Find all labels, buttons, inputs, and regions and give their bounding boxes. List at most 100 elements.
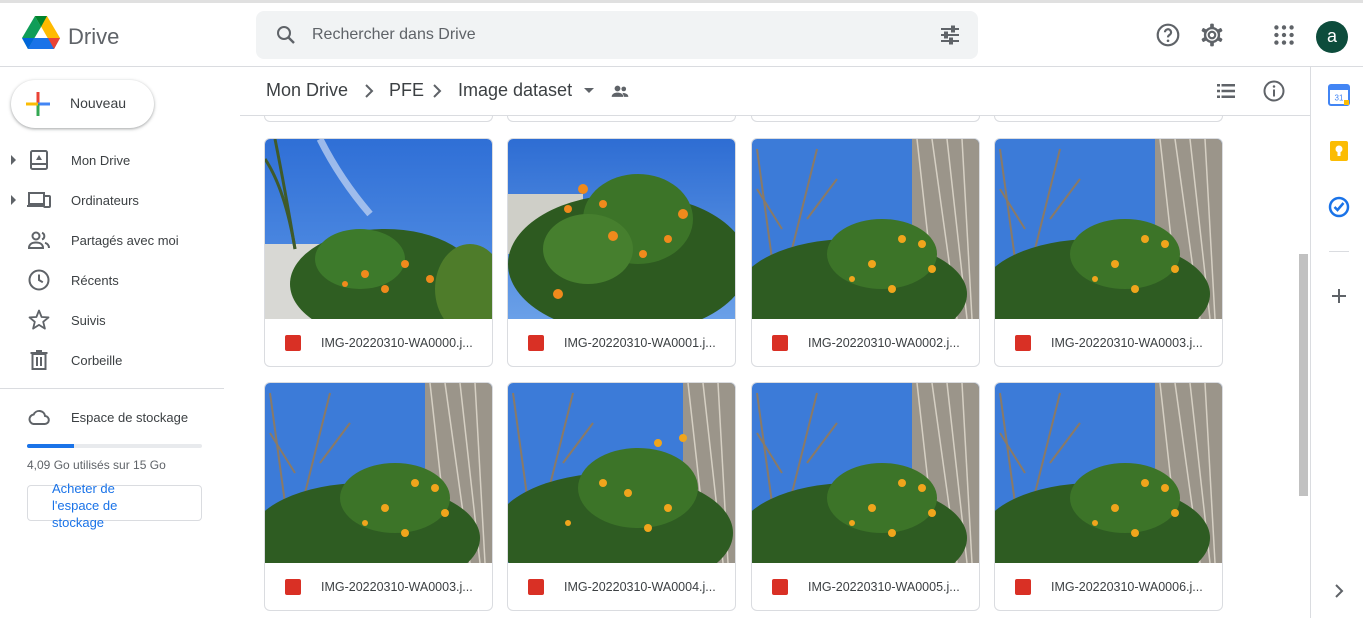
expand-caret-icon[interactable] (11, 195, 16, 205)
sidebar-item-starred[interactable]: Suivis (0, 304, 224, 336)
image-file-icon (772, 335, 788, 351)
file-card-footer: IMG-20220310-WA0003.j... (265, 563, 492, 610)
image-thumbnail (265, 139, 492, 319)
file-card-partial[interactable] (994, 116, 1223, 122)
plus-icon (26, 92, 50, 116)
file-card[interactable]: IMG-20220310-WA0000.j... (264, 138, 493, 367)
help-icon[interactable] (1155, 22, 1181, 48)
image-file-icon (1015, 579, 1031, 595)
keep-icon[interactable] (1328, 140, 1350, 162)
image-file-icon (285, 579, 301, 595)
sidebar-item-label: Ordinateurs (71, 193, 139, 208)
buy-storage-label: Acheter de l'espace de stockage (52, 481, 118, 530)
image-file-icon (1015, 335, 1031, 351)
file-name: IMG-20220310-WA0003.j... (1051, 336, 1203, 350)
file-card-partial[interactable] (751, 116, 980, 122)
gear-icon[interactable] (1199, 22, 1225, 48)
breadcrumb-item[interactable]: PFE (389, 80, 424, 101)
sidebar-item-label: Corbeille (71, 353, 123, 368)
file-name: IMG-20220310-WA0004.j... (564, 580, 716, 594)
sidebar-item-label: Partagés avec moi (71, 233, 179, 248)
apps-grid-icon[interactable] (1271, 22, 1297, 48)
storage-usage-fill (27, 444, 75, 448)
breadcrumb-item[interactable]: Mon Drive (266, 80, 348, 101)
storage-usage-bar (27, 444, 202, 448)
expand-caret-icon[interactable] (11, 155, 16, 165)
file-card[interactable]: IMG-20220310-WA0004.j... (507, 382, 736, 611)
image-thumbnail (508, 139, 735, 319)
file-card-footer: IMG-20220310-WA0003.j... (995, 319, 1222, 366)
new-button[interactable]: Nouveau (11, 80, 154, 128)
info-icon[interactable] (1262, 79, 1286, 103)
file-name: IMG-20220310-WA0001.j... (564, 336, 716, 350)
file-card-footer: IMG-20220310-WA0001.j... (508, 319, 735, 366)
file-card-footer: IMG-20220310-WA0000.j... (265, 319, 492, 366)
file-name: IMG-20220310-WA0006.j... (1051, 580, 1203, 594)
sidebar-divider (0, 388, 224, 389)
file-card-footer: IMG-20220310-WA0005.j... (752, 563, 979, 610)
file-card[interactable]: IMG-20220310-WA0001.j... (507, 138, 736, 367)
computers-icon (27, 192, 51, 208)
sidebar-item-trash[interactable]: Corbeille (0, 344, 224, 376)
sidebar-item-label: Suivis (71, 313, 106, 328)
image-file-icon (528, 335, 544, 351)
shared-icon (27, 231, 50, 249)
file-name: IMG-20220310-WA0005.j... (808, 580, 960, 594)
sidebar-item-storage[interactable]: Espace de stockage (0, 403, 224, 431)
breadcrumb-current[interactable]: Image dataset (458, 80, 572, 101)
file-name: IMG-20220310-WA0000.j... (321, 336, 473, 350)
sidebar-item-my-drive[interactable]: Mon Drive (0, 144, 224, 176)
image-thumbnail (508, 383, 735, 563)
file-card-footer: IMG-20220310-WA0002.j... (752, 319, 979, 366)
search-options-icon[interactable] (938, 23, 962, 47)
sidebar-item-shared[interactable]: Partagés avec moi (0, 224, 224, 256)
sidebar-item-label: Récents (71, 273, 119, 288)
file-card[interactable]: IMG-20220310-WA0003.j... (994, 138, 1223, 367)
search-bar[interactable] (256, 11, 978, 59)
folder-toolbar: Mon Drive PFE Image dataset (240, 67, 1310, 116)
buy-storage-button[interactable]: Acheter de l'espace de stockage (27, 481, 202, 530)
drive-logo-icon[interactable] (22, 16, 60, 50)
folder-menu-caret-icon[interactable] (584, 88, 594, 93)
breadcrumb-separator-icon (433, 84, 442, 98)
file-card-footer: IMG-20220310-WA0006.j... (995, 563, 1222, 610)
image-thumbnail (265, 383, 492, 563)
side-panel-divider (1329, 251, 1349, 252)
file-name: IMG-20220310-WA0002.j... (808, 336, 960, 350)
sidebar: Nouveau Mon Drive Ordinateurs Partagés a… (0, 67, 240, 618)
app-name: Drive (68, 24, 120, 49)
search-icon[interactable] (274, 23, 298, 47)
calendar-icon[interactable]: 31 (1328, 84, 1350, 106)
file-card-partial[interactable] (264, 116, 493, 122)
image-file-icon (528, 579, 544, 595)
tasks-icon[interactable] (1328, 196, 1350, 218)
shared-folder-icon (611, 85, 629, 97)
file-card[interactable]: IMG-20220310-WA0006.j... (994, 382, 1223, 611)
chevron-right-icon[interactable] (1328, 580, 1350, 602)
file-card[interactable]: IMG-20220310-WA0003.j... (264, 382, 493, 611)
add-icon[interactable] (1328, 285, 1350, 307)
star-icon (28, 309, 50, 330)
file-card[interactable]: IMG-20220310-WA0005.j... (751, 382, 980, 611)
file-card-footer: IMG-20220310-WA0004.j... (508, 563, 735, 610)
storage-title: Espace de stockage (71, 410, 189, 425)
side-panel: 31 (1310, 67, 1363, 618)
clock-icon (28, 269, 50, 291)
search-input[interactable] (312, 23, 912, 47)
list-view-icon[interactable] (1214, 79, 1238, 103)
new-button-label: Nouveau (70, 95, 127, 111)
file-card-partial[interactable] (507, 116, 736, 122)
trash-icon (30, 350, 48, 370)
app-header: Drive Rechercher dans Drive a (0, 0, 1363, 67)
account-avatar[interactable]: a (1316, 21, 1348, 53)
cloud-icon (28, 410, 50, 425)
sidebar-item-recent[interactable]: Récents (0, 264, 224, 296)
file-card[interactable]: IMG-20220310-WA0002.j... (751, 138, 980, 367)
storage-usage-text: 4,09 Go utilisés sur 15 Go (27, 458, 166, 472)
image-file-icon (772, 579, 788, 595)
scrollbar-thumb[interactable] (1299, 254, 1308, 496)
file-grid: IMG-20220310-WA0000.j... IMG-20220310-WA… (240, 116, 1310, 618)
image-thumbnail (995, 139, 1222, 319)
sidebar-item-computers[interactable]: Ordinateurs (0, 184, 224, 216)
my-drive-icon (30, 150, 48, 170)
